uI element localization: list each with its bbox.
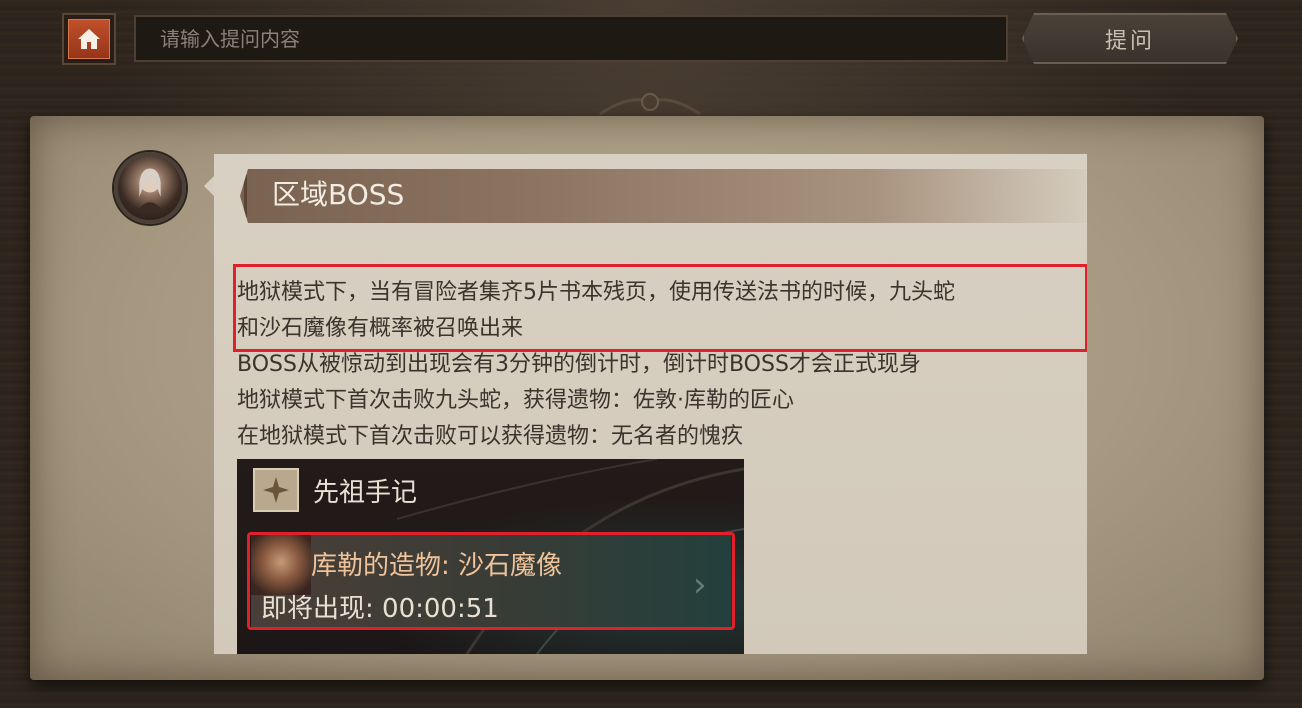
avatar-portrait: [135, 168, 165, 213]
avatar: [114, 152, 186, 224]
text-line: 地狱模式下首次击败九头蛇，获得遗物：佐敦·库勒的匠心: [237, 388, 794, 413]
answer-card: 区域BOSS 地狱模式下，当有冒险者集齐5片书本残页，使用传送法书的时候，九头蛇…: [214, 154, 1087, 654]
highlight-box: [233, 264, 1087, 352]
search-input[interactable]: [160, 17, 1006, 60]
home-button[interactable]: [62, 13, 116, 65]
journal-icon: [253, 468, 299, 512]
search-field[interactable]: [134, 15, 1008, 62]
embedded-screenshot: 先祖手记 库勒的造物: 沙石魔像 即将出现: 00:00:51 ›: [237, 459, 744, 654]
home-icon: [78, 29, 100, 49]
journal-header: 先祖手记: [237, 459, 744, 521]
inset-highlight-box: [247, 532, 735, 630]
compass-star-icon: [263, 477, 289, 503]
ask-button[interactable]: 提问: [1022, 13, 1238, 64]
speech-pointer: [204, 176, 214, 196]
journal-title: 先祖手记: [313, 477, 418, 508]
section-title: 区域BOSS: [272, 178, 405, 211]
text-line: 在地狱模式下首次击败可以获得遗物：无名者的愧疚: [237, 424, 744, 449]
text-line: BOSS从被惊动到出现会有3分钟的倒计时，倒计时BOSS才会正式现身: [237, 352, 921, 377]
